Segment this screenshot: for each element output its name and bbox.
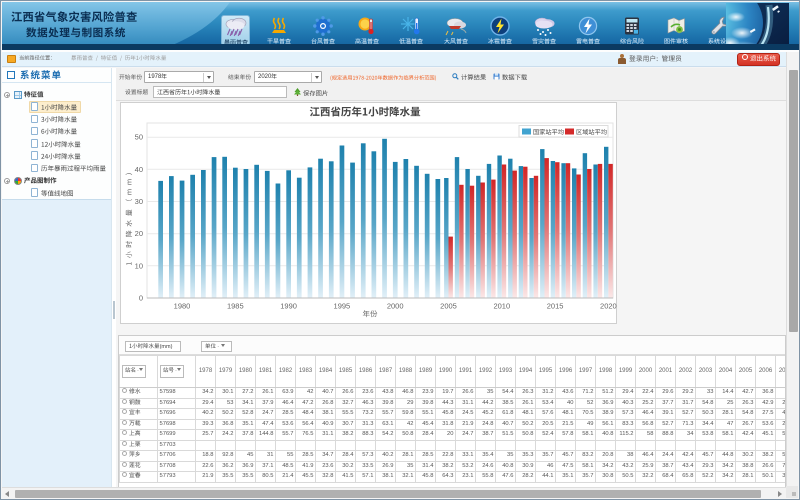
svg-text:10: 10 — [135, 261, 143, 270]
svg-text:1980: 1980 — [174, 302, 191, 311]
svg-text:1985: 1985 — [227, 302, 244, 311]
svg-text:2005: 2005 — [440, 302, 457, 311]
svg-text:2010: 2010 — [493, 302, 510, 311]
svg-text:40: 40 — [135, 165, 143, 174]
svg-text:50: 50 — [135, 133, 143, 142]
svg-text:0: 0 — [139, 294, 143, 303]
svg-text:2000: 2000 — [387, 302, 404, 311]
svg-text:2020: 2020 — [600, 302, 617, 311]
svg-text:2015: 2015 — [547, 302, 564, 311]
svg-text:1990: 1990 — [280, 302, 297, 311]
svg-text:1995: 1995 — [334, 302, 351, 311]
svg-text:20: 20 — [135, 229, 143, 238]
svg-text:30: 30 — [135, 197, 143, 206]
